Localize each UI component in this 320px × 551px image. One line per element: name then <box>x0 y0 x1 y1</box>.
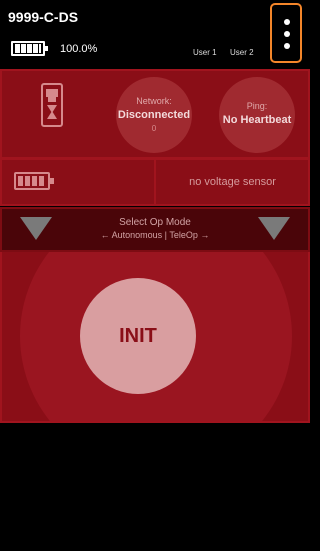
menu-dot-icon <box>284 19 290 25</box>
network-label: Network: <box>136 96 172 106</box>
init-button-label: INIT <box>119 324 157 347</box>
robot-controller-phone-icon <box>41 83 63 127</box>
robot-battery-icon <box>14 172 54 190</box>
ping-status: No Heartbeat <box>222 114 292 126</box>
voltage-sensor-text: no voltage sensor <box>189 176 276 188</box>
phone-battery-percent: 100.0% <box>60 43 98 55</box>
init-button[interactable]: INIT <box>80 278 196 394</box>
ping-label: Ping: <box>246 101 268 111</box>
network-count: 0 <box>151 124 157 133</box>
opmode-title: Select Op Mode <box>119 217 191 228</box>
phone-battery-icon <box>11 41 48 56</box>
opmode-subtitle: ← Autonomous | TeleOp → <box>100 230 210 240</box>
overflow-menu-button[interactable] <box>270 3 302 63</box>
menu-dot-icon <box>284 43 290 49</box>
network-status: Disconnected <box>117 109 191 121</box>
user-2-label: User 2 <box>230 48 254 57</box>
menu-dot-icon <box>284 31 290 37</box>
app-title: 9999-C-DS <box>8 9 79 25</box>
user-1-label: User 1 <box>193 48 217 57</box>
